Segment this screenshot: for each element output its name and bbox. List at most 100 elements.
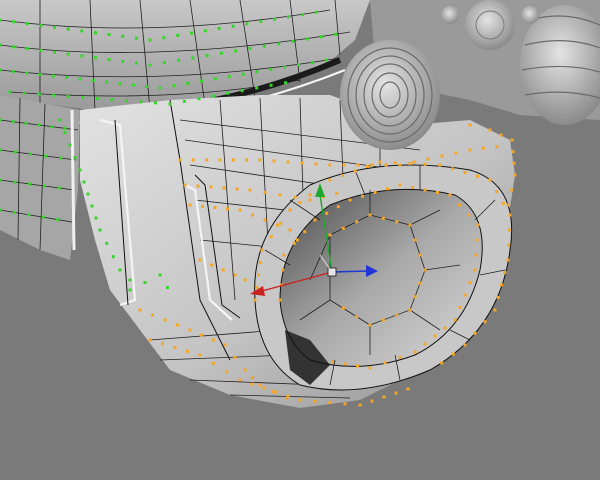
unselected-vertex[interactable]: [200, 79, 203, 83]
unselected-vertex[interactable]: [78, 77, 82, 81]
selected-vertex[interactable]: [467, 213, 471, 217]
unselected-vertex[interactable]: [234, 49, 238, 53]
selected-vertex[interactable]: [251, 376, 254, 379]
selected-vertex[interactable]: [366, 165, 369, 168]
selected-vertex[interactable]: [205, 158, 209, 162]
unselected-vertex[interactable]: [39, 49, 43, 52]
selected-vertex[interactable]: [288, 228, 292, 232]
unselected-vertex[interactable]: [82, 180, 86, 184]
selected-vertex[interactable]: [384, 163, 388, 167]
selected-vertex[interactable]: [451, 167, 454, 171]
selected-vertex[interactable]: [279, 221, 283, 225]
selected-vertex[interactable]: [233, 273, 237, 277]
unselected-vertex[interactable]: [68, 143, 72, 147]
selected-vertex[interactable]: [386, 187, 389, 191]
selected-vertex[interactable]: [413, 350, 417, 354]
unselected-vertex[interactable]: [0, 18, 2, 22]
selected-vertex[interactable]: [296, 238, 299, 242]
unselected-vertex[interactable]: [107, 58, 111, 61]
selected-vertex[interactable]: [500, 283, 503, 287]
selected-vertex[interactable]: [468, 123, 472, 127]
unselected-vertex[interactable]: [27, 213, 31, 217]
selected-vertex[interactable]: [209, 185, 213, 189]
unselected-vertex[interactable]: [177, 58, 181, 62]
selected-vertex[interactable]: [286, 394, 290, 398]
unselected-vertex[interactable]: [94, 56, 97, 60]
selected-vertex[interactable]: [423, 188, 427, 192]
selected-vertex[interactable]: [423, 268, 427, 272]
selected-vertex[interactable]: [353, 169, 357, 173]
selected-vertex[interactable]: [292, 241, 296, 245]
selected-vertex[interactable]: [512, 161, 516, 165]
selected-vertex[interactable]: [263, 218, 267, 222]
selected-vertex[interactable]: [258, 158, 262, 162]
selected-vertex[interactable]: [413, 295, 417, 299]
unselected-vertex[interactable]: [148, 63, 152, 67]
selected-vertex[interactable]: [183, 183, 187, 187]
selected-vertex[interactable]: [200, 333, 204, 337]
selected-vertex[interactable]: [496, 296, 500, 299]
selected-vertex[interactable]: [303, 230, 307, 234]
selected-vertex[interactable]: [173, 346, 177, 349]
unselected-vertex[interactable]: [277, 42, 281, 46]
selected-vertex[interactable]: [443, 326, 447, 330]
selected-vertex[interactable]: [308, 193, 312, 197]
unselected-vertex[interactable]: [273, 17, 277, 21]
selected-vertex[interactable]: [255, 286, 259, 289]
unselected-vertex[interactable]: [166, 286, 169, 289]
unselected-vertex[interactable]: [283, 65, 287, 69]
unselected-vertex[interactable]: [50, 125, 54, 129]
selected-vertex[interactable]: [440, 361, 444, 365]
unselected-vertex[interactable]: [121, 59, 125, 63]
unselected-vertex[interactable]: [98, 228, 102, 232]
selected-vertex[interactable]: [394, 391, 398, 395]
selected-vertex[interactable]: [395, 313, 399, 317]
selected-vertex[interactable]: [476, 174, 479, 178]
selected-vertex[interactable]: [457, 203, 461, 207]
selected-vertex[interactable]: [503, 271, 507, 274]
selected-vertex[interactable]: [258, 261, 262, 264]
unselected-vertex[interactable]: [65, 76, 69, 79]
selected-vertex[interactable]: [341, 226, 345, 230]
unselected-vertex[interactable]: [37, 92, 41, 96]
unselected-vertex[interactable]: [259, 20, 263, 23]
selected-vertex[interactable]: [508, 213, 512, 217]
unselected-vertex[interactable]: [25, 47, 29, 51]
unselected-vertex[interactable]: [162, 36, 166, 40]
selected-vertex[interactable]: [300, 161, 304, 165]
unselected-vertex[interactable]: [42, 184, 46, 188]
unselected-vertex[interactable]: [191, 56, 195, 60]
unselected-vertex[interactable]: [12, 20, 16, 24]
selected-vertex[interactable]: [308, 198, 312, 202]
selected-vertex[interactable]: [488, 128, 492, 132]
unselected-vertex[interactable]: [148, 38, 152, 42]
selected-vertex[interactable]: [510, 188, 514, 192]
selected-vertex[interactable]: [257, 273, 260, 277]
unselected-vertex[interactable]: [240, 89, 244, 93]
unselected-vertex[interactable]: [211, 94, 215, 98]
selected-vertex[interactable]: [196, 184, 200, 188]
unselected-vertex[interactable]: [86, 192, 90, 196]
unselected-vertex[interactable]: [310, 61, 314, 65]
unselected-vertex[interactable]: [227, 75, 231, 78]
manipulator-z-axis[interactable]: [331, 270, 369, 273]
unselected-vertex[interactable]: [197, 97, 201, 101]
viewport-scene[interactable]: [0, 0, 600, 480]
selected-vertex[interactable]: [251, 213, 254, 217]
unselected-vertex[interactable]: [213, 77, 217, 81]
selected-vertex[interactable]: [278, 193, 282, 197]
selected-vertex[interactable]: [468, 148, 472, 152]
unselected-vertex[interactable]: [105, 241, 109, 245]
unselected-vertex[interactable]: [44, 154, 48, 158]
selected-vertex[interactable]: [383, 361, 387, 365]
unselected-vertex[interactable]: [0, 148, 2, 152]
selected-vertex[interactable]: [253, 298, 257, 302]
selected-vertex[interactable]: [243, 278, 247, 282]
selected-vertex[interactable]: [271, 390, 275, 394]
unselected-vertex[interactable]: [63, 131, 67, 134]
unselected-vertex[interactable]: [186, 81, 190, 85]
unselected-vertex[interactable]: [59, 156, 63, 160]
selected-vertex[interactable]: [328, 233, 332, 237]
selected-vertex[interactable]: [433, 334, 437, 338]
selected-vertex[interactable]: [298, 201, 302, 204]
